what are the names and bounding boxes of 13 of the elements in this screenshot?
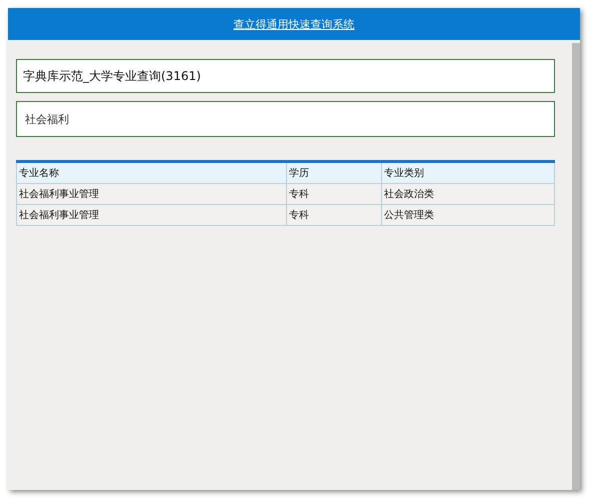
table-cell: 社会福利事业管理 bbox=[16, 184, 286, 204]
search-field[interactable]: 社会福利 bbox=[16, 101, 555, 137]
table-cell: 社会政治类 bbox=[382, 184, 554, 204]
column-header: 专业类别 bbox=[382, 162, 554, 184]
scrollbar[interactable] bbox=[572, 43, 580, 490]
table-cell: 社会福利事业管理 bbox=[16, 204, 286, 226]
database-field[interactable]: 字典库示范_大学专业查询(3161) bbox=[16, 59, 555, 93]
column-header: 专业名称 bbox=[16, 162, 286, 184]
table-cell: 专科 bbox=[286, 204, 382, 226]
table-cell: 公共管理类 bbox=[382, 204, 554, 226]
table-cell: 专科 bbox=[286, 184, 382, 204]
column-header: 学历 bbox=[286, 162, 382, 184]
window-title[interactable]: 查立得通用快速查询系统 bbox=[234, 16, 354, 32]
